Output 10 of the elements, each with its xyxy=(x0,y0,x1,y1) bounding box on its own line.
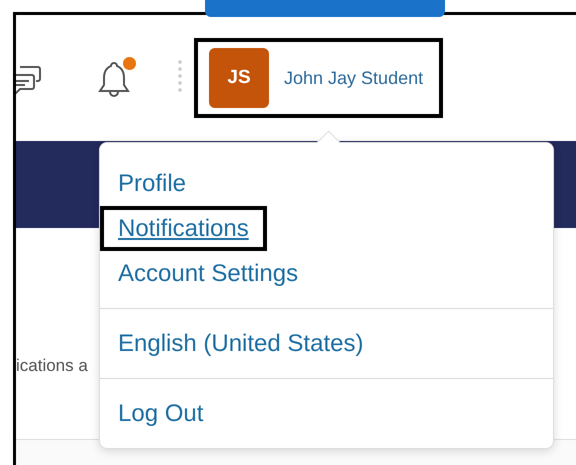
user-name: John Jay Student xyxy=(284,68,424,88)
menu-link[interactable]: Profile xyxy=(104,165,200,202)
menu-link[interactable]: Notifications xyxy=(104,210,263,247)
menu-link[interactable]: Log Out xyxy=(104,395,218,432)
avatar: JS xyxy=(209,48,269,108)
menu-link[interactable]: Account Settings xyxy=(104,255,312,292)
bell-icon[interactable] xyxy=(96,59,132,99)
menu-link[interactable]: English (United States) xyxy=(104,325,378,362)
chat-icon[interactable] xyxy=(16,63,42,97)
page-text: ications a xyxy=(16,356,89,376)
